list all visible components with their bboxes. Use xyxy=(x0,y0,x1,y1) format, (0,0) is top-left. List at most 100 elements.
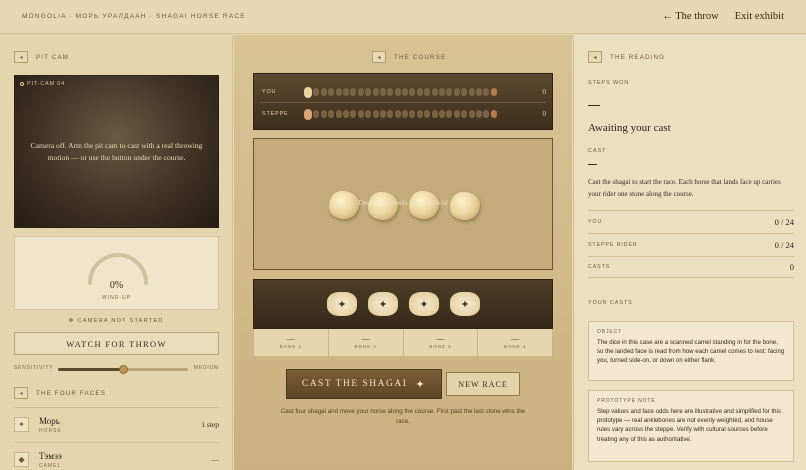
camera-status: CAMERA NOT STARTED xyxy=(14,318,219,324)
rider-marker xyxy=(304,86,312,98)
face-type: CAMEL xyxy=(39,462,62,469)
reading-description: Cast the shagai to start the race. Each … xyxy=(588,178,781,198)
course-stone xyxy=(365,110,372,118)
cast-label: CAST xyxy=(588,148,607,154)
camera-message: Camera off. Arm the pit cam to cast with… xyxy=(30,141,203,162)
course-stone xyxy=(387,88,394,96)
course-stone xyxy=(365,88,372,96)
face-name: Морь xyxy=(39,415,60,426)
reading-header: ◂ THE READING xyxy=(588,51,665,63)
course-stone xyxy=(416,88,423,96)
course-stone xyxy=(328,110,335,118)
breadcrumb: MONGOLIA · МОРЬ УРАЛДААН · SHAGAI HORSE … xyxy=(22,13,246,20)
stat-row-steppe-rider: STEPPE RIDER 0 / 24 xyxy=(588,233,794,255)
your-casts-title: YOUR CASTS xyxy=(588,300,633,306)
new-race-button[interactable]: NEW RACE xyxy=(446,372,520,396)
course-panel: ◂ THE COURSE YOU 0 STEPPE 0 Drop the cam… xyxy=(234,35,572,470)
course-stone xyxy=(313,88,320,96)
course-stone xyxy=(475,110,482,118)
card-body: Step values and face odds here are illus… xyxy=(597,408,781,443)
course-stone xyxy=(335,88,342,96)
course-stone xyxy=(453,88,460,96)
course-stone xyxy=(379,110,386,118)
course-stone xyxy=(350,88,357,96)
collapse-arrow-icon[interactable]: ◂ xyxy=(14,51,28,63)
bone-cell: — BONE 3 xyxy=(404,329,479,356)
course-stone xyxy=(461,88,468,96)
stone-track xyxy=(304,86,497,98)
steps-won-value xyxy=(588,105,600,106)
sensitivity-thumb[interactable] xyxy=(118,365,128,374)
course-stone xyxy=(372,110,379,118)
collapse-arrow-icon[interactable]: ◂ xyxy=(588,51,602,63)
cast-tray[interactable]: Drop the camels into the field xyxy=(253,138,553,270)
back-to-throw-link[interactable]: ← The throw xyxy=(662,11,718,22)
course-stone xyxy=(475,88,482,96)
course-stone xyxy=(431,110,438,118)
pit-cam-title: PIT CAM xyxy=(36,53,70,61)
stat-row-casts: CASTS 0 xyxy=(588,256,794,278)
face-value: — xyxy=(211,455,220,464)
course-stone xyxy=(424,110,431,118)
reading-title: THE READING xyxy=(610,53,666,61)
object-card: OBJECT The dice in this case are a scann… xyxy=(588,321,794,381)
course-stone xyxy=(313,110,320,118)
card-title: OBJECT xyxy=(597,329,623,335)
face-row-horse: ✦ Морь HORSE 1 step xyxy=(14,407,219,441)
steps-won-label: STEPS WON xyxy=(588,80,630,86)
course-stone xyxy=(439,88,446,96)
bone-face: — xyxy=(436,334,445,343)
bone-face: — xyxy=(361,334,370,343)
sensitivity-control: SENSITIVITY MEDIUM xyxy=(14,362,219,376)
course-title: THE COURSE xyxy=(394,53,447,61)
face-name-block: Морь HORSE xyxy=(39,416,62,434)
stat-value: 0 / 24 xyxy=(774,216,794,227)
exit-exhibit-link[interactable]: Exit exhibit xyxy=(735,11,784,22)
course-note: Cast four shagai and move your horse alo… xyxy=(280,408,526,425)
sensitivity-fill xyxy=(58,368,123,371)
course-stone xyxy=(342,88,349,96)
course-stone xyxy=(342,110,349,118)
reading-status: Awaiting your cast xyxy=(588,122,671,134)
collapse-arrow-icon[interactable]: ◂ xyxy=(372,51,386,63)
bone-face: — xyxy=(511,334,520,343)
rider-marker xyxy=(304,108,312,120)
four-point-star-icon: ✦ xyxy=(327,292,357,316)
prototype-note-card: PROTOTYPE NOTE Step values and face odds… xyxy=(588,390,794,462)
stat-value: 0 xyxy=(789,262,794,272)
top-nav: ← The throw Exit exhibit xyxy=(662,11,784,22)
stat-label: STEPPE RIDER xyxy=(588,241,638,248)
course-stone xyxy=(409,88,416,96)
sparkle-icon: ✦ xyxy=(415,377,427,391)
wind-up-label: WIND-UP xyxy=(102,295,131,301)
faces-header: ◂ THE FOUR FACES xyxy=(14,387,106,399)
pit-cam-panel: ◂ PIT CAM PIT-CAM 04 Camera off. Arm the… xyxy=(0,35,233,470)
course-stone xyxy=(424,88,431,96)
course-stone xyxy=(468,88,475,96)
feed-tag-label: PIT-CAM 04 xyxy=(27,81,65,87)
four-point-star-icon: ✦ xyxy=(450,292,480,316)
course-stone xyxy=(446,110,453,118)
face-type: HORSE xyxy=(39,427,62,434)
top-bar: MONGOLIA · МОРЬ УРАЛДААН · SHAGAI HORSE … xyxy=(0,0,806,34)
course-stone xyxy=(402,110,409,118)
bone-label: BONE 1 xyxy=(279,344,302,349)
cast-shagai-button[interactable]: CAST THE SHAGAI ✦ xyxy=(286,369,442,399)
course-header: ◂ THE COURSE xyxy=(372,51,446,63)
reading-panel: ◂ THE READING STEPS WON Awaiting your ca… xyxy=(573,35,806,470)
status-dot-icon xyxy=(69,318,74,323)
card-title: PROTOTYPE NOTE xyxy=(597,398,656,404)
wind-up-gauge: 0% WIND-UP xyxy=(14,236,219,310)
watch-for-throw-button[interactable]: WATCH FOR THROW xyxy=(14,332,219,355)
lane-count: 0 xyxy=(542,110,547,118)
course-stone xyxy=(446,88,453,96)
course-stone xyxy=(394,88,401,96)
finish-stone xyxy=(490,110,497,118)
course-stone xyxy=(394,110,401,118)
sensitivity-slider[interactable] xyxy=(58,365,188,374)
course-stone xyxy=(320,110,327,118)
bone-faces-strip: ✦ ✦ ✦ ✦ xyxy=(253,279,553,329)
face-value: 1 step xyxy=(201,420,219,429)
collapse-arrow-icon[interactable]: ◂ xyxy=(14,387,28,399)
bone-cell: — BONE 2 xyxy=(329,329,404,356)
